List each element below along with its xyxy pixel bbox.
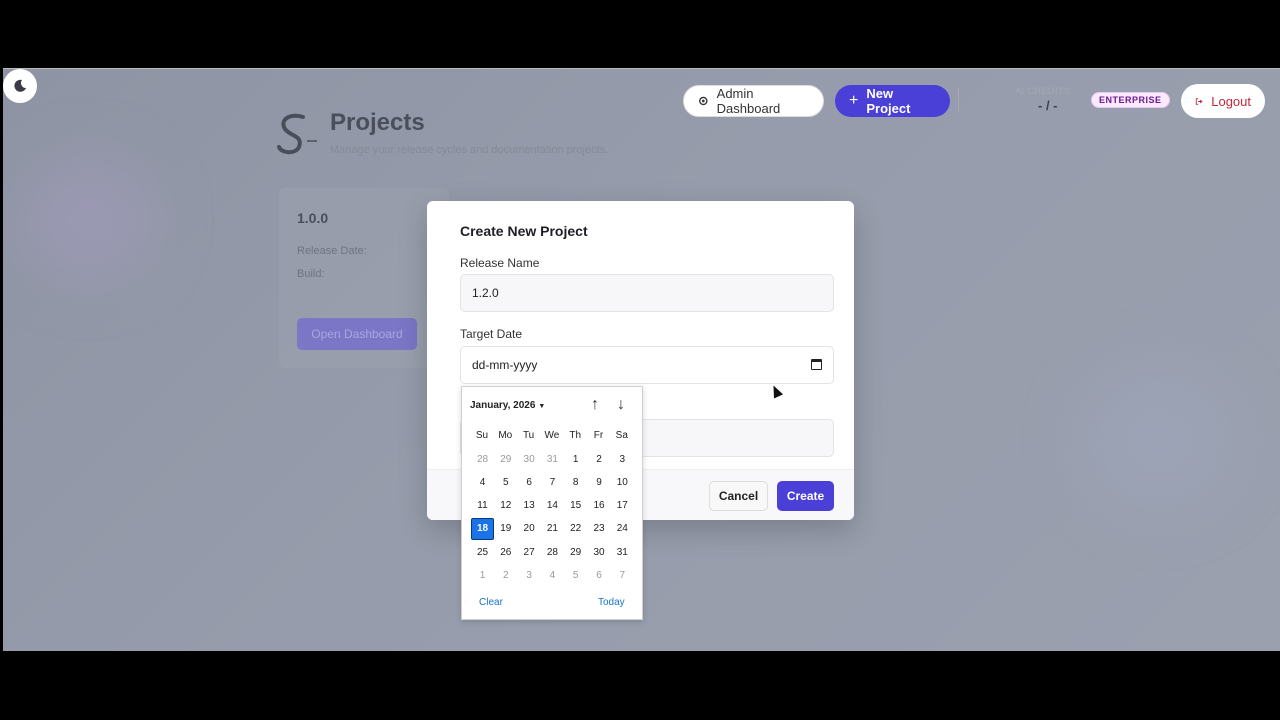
day-cell[interactable]: 6 [588, 565, 611, 587]
day-cell[interactable]: 14 [541, 495, 564, 517]
background-blob [23, 159, 153, 279]
day-cell[interactable]: 3 [611, 448, 634, 470]
arrow-up-icon[interactable]: ↑ [586, 396, 604, 414]
logout-label: Logout [1211, 93, 1251, 109]
page-subtitle: Manage your release cycles and documenta… [330, 144, 609, 156]
release-date-label: Release Date: [297, 245, 367, 257]
day-cell[interactable]: 1 [471, 565, 494, 587]
day-cell[interactable]: 28 [541, 541, 564, 563]
day-cell[interactable]: 28 [471, 448, 494, 470]
logout-icon [1195, 97, 1203, 105]
day-cell[interactable]: 30 [588, 541, 611, 563]
target-date-input[interactable]: dd-mm-yyyy [460, 346, 834, 384]
day-cell[interactable]: 5 [494, 471, 517, 493]
day-cell[interactable]: 16 [588, 495, 611, 517]
date-picker: January, 2026 ▼ ↑ ↓ Su Mo Tu We Th Fr Sa 28 29 30… [461, 386, 643, 620]
day-cell[interactable]: 8 [564, 471, 587, 493]
theme-toggle-button[interactable] [3, 69, 37, 103]
day-cell[interactable]: 4 [471, 471, 494, 493]
day-cell[interactable]: 19 [494, 518, 517, 540]
selected-day[interactable]: 18 [471, 517, 494, 540]
page-title: Projects [330, 109, 425, 136]
day-cell[interactable]: 15 [564, 495, 587, 517]
app-window: Admin Dashboard + New Project AI CREDITS… [3, 68, 1280, 651]
day-cell[interactable]: 24 [611, 518, 634, 540]
weekday-label: Th [569, 430, 582, 441]
moon-icon [14, 79, 26, 92]
calendar-icon[interactable] [811, 359, 822, 370]
credits-value: - / - [1038, 98, 1058, 113]
day-cell[interactable]: 1 [564, 448, 587, 470]
day-cell[interactable]: 12 [494, 495, 517, 517]
day-cell[interactable]: 20 [518, 518, 541, 540]
day-cell[interactable]: 22 [564, 518, 587, 540]
weekday-label: Fr [593, 430, 604, 441]
day-cell[interactable]: 31 [541, 448, 564, 470]
gear-icon [699, 96, 708, 106]
admin-dashboard-button[interactable]: Admin Dashboard [683, 85, 824, 117]
day-cell[interactable]: 23 [588, 518, 611, 540]
day-cell[interactable]: 7 [611, 565, 634, 587]
day-cell[interactable]: 9 [588, 471, 611, 493]
build-label: Build: [297, 268, 325, 280]
day-cell[interactable]: 25 [471, 541, 494, 563]
credits-label: AI CREDITS [1015, 86, 1071, 96]
day-cell[interactable]: 6 [518, 471, 541, 493]
open-dashboard-button[interactable]: Open Dashboard [297, 318, 417, 350]
weekday-label: We [544, 430, 560, 441]
caret-down-icon: ▼ [538, 403, 546, 410]
month-label: January, 2026 [470, 400, 536, 411]
new-project-button[interactable]: + New Project [835, 85, 950, 117]
day-cell[interactable]: 2 [588, 448, 611, 470]
background-blob [1083, 369, 1233, 509]
day-cell[interactable]: 4 [541, 565, 564, 587]
admin-dashboard-label: Admin Dashboard [716, 86, 781, 116]
day-cell[interactable]: 2 [494, 565, 517, 587]
day-cell[interactable]: 31 [611, 541, 634, 563]
plan-badge: ENTERPRISE [1091, 92, 1170, 108]
plus-icon: + [849, 92, 859, 109]
logout-button[interactable]: Logout [1181, 84, 1265, 118]
modal-title: Create New Project [460, 223, 588, 239]
clear-button[interactable]: Clear [479, 597, 503, 608]
day-cell[interactable]: 27 [518, 541, 541, 563]
day-cell[interactable]: 7 [541, 471, 564, 493]
weekday-label: Sa [615, 430, 628, 441]
month-select[interactable]: January, 2026 ▼ [470, 400, 545, 411]
target-date-label: Target Date [460, 327, 523, 341]
weekday-label: Mo [498, 430, 513, 441]
day-cell[interactable]: 3 [518, 565, 541, 587]
project-version: 1.0.0 [297, 210, 329, 226]
today-button[interactable]: Today [598, 597, 625, 608]
day-cell[interactable]: 29 [494, 448, 517, 470]
release-name-label: Release Name [460, 256, 540, 270]
day-cell[interactable]: 21 [541, 518, 564, 540]
day-cell[interactable]: 13 [518, 495, 541, 517]
day-cell[interactable]: 11 [471, 495, 494, 517]
create-button[interactable]: Create [777, 481, 834, 511]
day-cell[interactable]: 30 [518, 448, 541, 470]
new-project-label: New Project [866, 86, 911, 116]
cancel-button[interactable]: Cancel [709, 481, 768, 511]
header-divider [958, 87, 959, 113]
release-name-input[interactable]: 1.2.0 [460, 274, 834, 312]
day-cell[interactable]: 5 [564, 565, 587, 587]
day-cell[interactable]: 10 [611, 471, 634, 493]
arrow-down-icon[interactable]: ↓ [612, 396, 630, 414]
day-cell[interactable]: 17 [611, 495, 634, 517]
day-cell[interactable]: 29 [564, 541, 587, 563]
weekday-label: Tu [522, 430, 535, 441]
day-cell[interactable]: 26 [494, 541, 517, 563]
weekday-label: Su [475, 430, 489, 441]
app-logo [277, 113, 317, 155]
